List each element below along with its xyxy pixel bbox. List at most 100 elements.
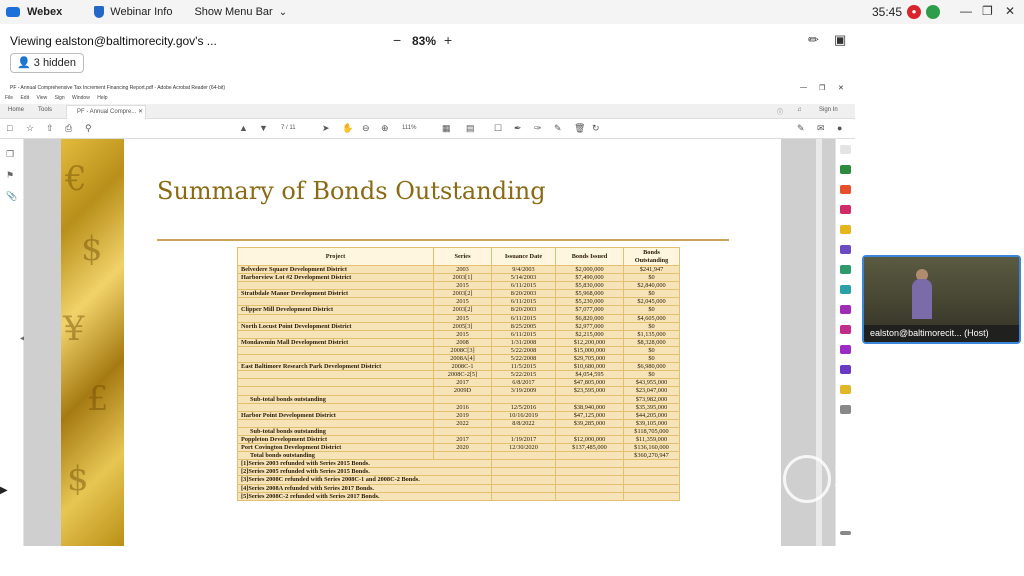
tab-tools[interactable]: Tools: [38, 107, 52, 113]
menu-sign[interactable]: Sign: [55, 95, 65, 101]
comment-tool-icon[interactable]: [840, 225, 851, 234]
menu-help[interactable]: Help: [97, 95, 107, 101]
acrobat-restore-icon[interactable]: ❐: [819, 84, 825, 92]
minimize-icon[interactable]: —: [960, 4, 972, 18]
shield-icon[interactable]: [94, 6, 105, 18]
table-cell: [555, 394, 624, 404]
webex-title-bar: Webex Webinar Info Show Menu Bar ⌄ 35:45…: [0, 0, 1024, 24]
export-pdf-icon[interactable]: [840, 165, 851, 174]
empty-cell: [623, 459, 680, 469]
fill-sign-icon[interactable]: ✎: [797, 123, 805, 134]
table-cell: $4,054,595: [555, 370, 624, 380]
table-row: 2022 8/8/2022 $39,285,000 $39,105,000: [237, 418, 680, 428]
table-cell: $39,285,000: [555, 418, 624, 428]
table-cell: Total bonds outstanding: [237, 451, 434, 461]
menu-window[interactable]: Window: [72, 95, 90, 101]
table-cell: [555, 451, 624, 461]
table-cell: $39,105,000: [623, 418, 680, 428]
bookmarks-icon[interactable]: ⚑: [6, 170, 14, 181]
chevron-down-icon[interactable]: ⌄: [279, 7, 287, 18]
pages-thumbnail-icon[interactable]: ❐: [6, 149, 14, 160]
bookmark-star-icon[interactable]: ☆: [26, 123, 34, 134]
tab-document[interactable]: PF - Annual Compre... ✕: [66, 105, 146, 119]
network-signal-icon[interactable]: [926, 5, 940, 19]
protect-icon[interactable]: [840, 345, 851, 354]
create-icon[interactable]: □: [7, 123, 12, 133]
sign-in-button[interactable]: Sign In: [819, 107, 838, 113]
rotate-icon[interactable]: ↻: [592, 123, 600, 134]
menu-file[interactable]: File: [5, 95, 13, 101]
attachments-icon[interactable]: 📎: [6, 191, 17, 202]
zoom-out-button[interactable]: −: [393, 32, 401, 48]
table-row: Harborview Lot #2 Development District 20…: [237, 273, 680, 283]
fill-sign-tool-icon[interactable]: [840, 325, 851, 334]
zoom-tool-icon[interactable]: [840, 145, 851, 154]
organize-pages-icon[interactable]: [840, 265, 851, 274]
page-nav[interactable]: 7 / 11: [281, 125, 296, 131]
table-cell: 12/5/2016: [491, 402, 556, 412]
acrobat-title-bar: PF - Annual Comprehensive Tax Increment …: [0, 82, 855, 95]
combine-files-icon[interactable]: [840, 245, 851, 254]
prepare-form-icon[interactable]: [840, 365, 851, 374]
table-row: 2015 6/11/2015 $5,230,000 $2,045,000: [237, 297, 680, 307]
bell-icon[interactable]: ♫: [797, 107, 802, 113]
acrobat-close-icon[interactable]: ✕: [838, 84, 844, 92]
table-row: Sub-total bonds outstanding $118,705,000: [237, 426, 680, 436]
webinar-info-button[interactable]: Webinar Info: [110, 6, 172, 18]
zoom-in-icon[interactable]: ⊕: [381, 123, 389, 134]
host-video-tile[interactable]: ealston@baltimorecit... (Host): [862, 255, 1021, 344]
request-signature-icon[interactable]: [840, 305, 851, 314]
print-icon[interactable]: ⎙: [65, 123, 72, 134]
tab-home[interactable]: Home: [8, 107, 24, 113]
stamp-tool-icon[interactable]: [840, 385, 851, 394]
restore-icon[interactable]: ❐: [982, 4, 993, 18]
rail-collapse-icon[interactable]: [840, 531, 851, 535]
table-row: 2015 6/11/2015 $6,820,000 $4,605,000: [237, 313, 680, 323]
menu-view[interactable]: View: [36, 95, 47, 101]
zoom-in-button[interactable]: +: [444, 32, 452, 48]
recording-icon[interactable]: ●: [907, 5, 921, 19]
search-icon[interactable]: ⚲: [85, 123, 92, 134]
create-pdf-icon[interactable]: [840, 205, 851, 214]
email-icon[interactable]: ✉: [817, 123, 825, 134]
next-page-icon[interactable]: ▼: [259, 123, 268, 133]
comment-icon[interactable]: ☐: [494, 123, 502, 134]
hidden-label: 3 hidden: [33, 57, 76, 69]
table-cell: $2,000,000: [555, 264, 624, 275]
table-cell: $2,215,000: [555, 329, 624, 339]
upload-icon[interactable]: ⇧: [46, 123, 54, 134]
edit-pdf-icon[interactable]: [840, 185, 851, 194]
highlight-icon[interactable]: ✒: [514, 123, 522, 134]
webex-logo-icon: [6, 7, 20, 17]
viewing-bar: Viewing ealston@baltimorecity.gov's ... …: [0, 24, 1024, 82]
stamp-icon[interactable]: ✎: [554, 123, 562, 134]
help-icon[interactable]: ⓘ: [777, 107, 783, 116]
compress-icon[interactable]: [840, 285, 851, 294]
pop-out-icon[interactable]: ▣: [834, 32, 846, 48]
table-row: Belvedere Square Development District 200…: [237, 264, 680, 275]
show-menu-bar-button[interactable]: Show Menu Bar: [194, 6, 272, 18]
table-cell: North Locust Point Development District: [237, 321, 434, 331]
more-tools-icon[interactable]: [840, 405, 851, 414]
hidden-participants-button[interactable]: 👤 3 hidden: [10, 53, 84, 73]
annotate-icon[interactable]: ✏: [808, 32, 819, 48]
delete-icon[interactable]: 🗑: [574, 123, 585, 134]
table-cell: 6/11/2015: [491, 313, 556, 323]
fit-page-icon[interactable]: ▦: [442, 123, 451, 134]
table-cell: [237, 418, 434, 428]
menu-edit[interactable]: Edit: [20, 95, 29, 101]
column-header: Issuance Date: [491, 247, 556, 266]
select-cursor-icon[interactable]: ➤: [322, 123, 330, 134]
account-icon[interactable]: ●: [837, 123, 842, 133]
acrobat-minimize-icon[interactable]: —: [800, 84, 807, 91]
hand-tool-icon[interactable]: ✋: [342, 123, 353, 134]
scroll-mode-icon[interactable]: ▤: [466, 123, 475, 134]
prev-page-icon[interactable]: ▲: [239, 123, 248, 133]
table-cell: $0: [623, 370, 680, 380]
table-cell: Clipper Mill Development District: [237, 305, 434, 315]
table-cell: 2020: [433, 443, 492, 453]
draw-icon[interactable]: ✑: [534, 123, 542, 134]
zoom-out-icon[interactable]: ⊖: [362, 123, 370, 134]
zoom-select[interactable]: 111%: [402, 125, 416, 131]
close-icon[interactable]: ✕: [1005, 4, 1015, 18]
